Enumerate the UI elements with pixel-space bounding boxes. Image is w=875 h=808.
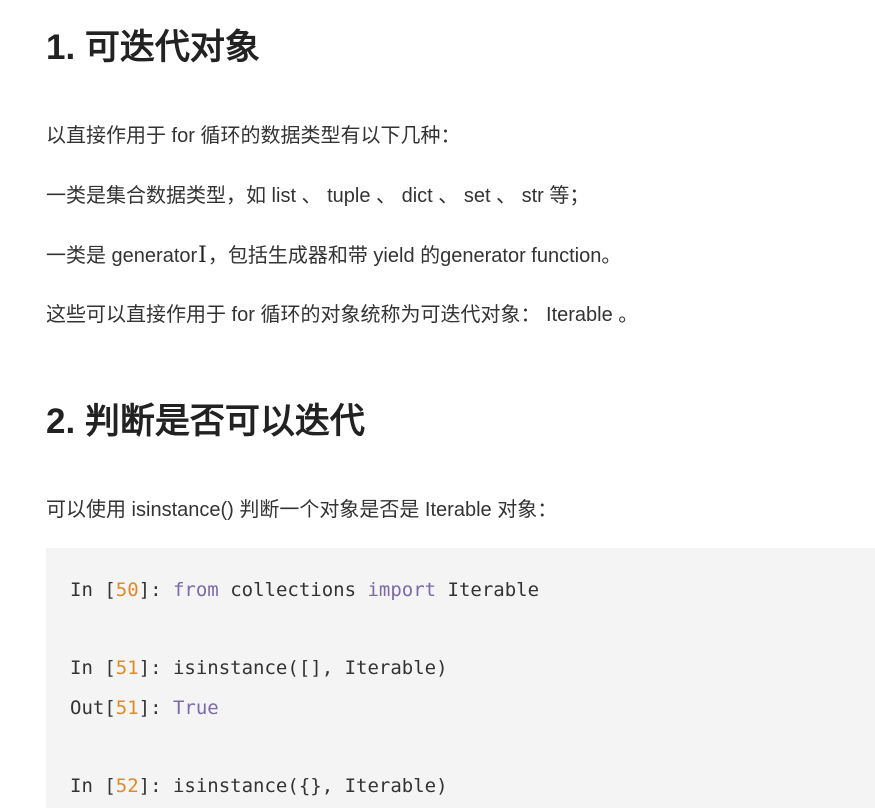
heading-check-iterable: 2. 判断是否可以迭代	[46, 402, 365, 441]
code-text: isinstance([], Iterable)	[172, 657, 448, 679]
heading-iterable-objects: 1. 可迭代对象	[46, 28, 260, 67]
prompt: In [	[70, 657, 116, 679]
paragraph-generator-end: ，包括生成器和带 yield 的generator function。	[207, 245, 622, 267]
code-text: Iterable	[436, 579, 540, 601]
prompt-number: 50	[115, 579, 139, 601]
prompt-number: 51	[115, 697, 139, 719]
prompt: In [	[70, 579, 116, 601]
code-line-50: In [50]: from collections import Iterabl…	[70, 578, 539, 602]
prompt: ]:	[138, 657, 173, 679]
paragraph-intro: 以直接作用于 for 循环的数据类型有以下几种：	[46, 125, 461, 147]
prompt-number: 51	[115, 657, 139, 679]
prompt: In [	[70, 775, 116, 797]
code-line-52: In [52]: isinstance({}, Iterable)	[70, 774, 448, 798]
paragraph-generator: 一类是 generatorI，包括生成器和带 yield 的generator …	[46, 242, 621, 270]
code-text: collections	[218, 579, 368, 601]
code-output-51: Out[51]: True	[70, 696, 219, 720]
prompt-number: 52	[115, 775, 139, 797]
paragraph-iterable-definition: 这些可以直接作用于 for 循环的对象统称为可迭代对象： Iterable 。	[46, 304, 639, 326]
code-block: In [50]: from collections import Iterabl…	[46, 548, 875, 808]
keyword: True	[172, 697, 219, 719]
paragraph-collection-types: 一类是集合数据类型，如 list 、 tuple 、 dict 、 set 、 …	[46, 185, 590, 207]
code-text: isinstance({}, Iterable)	[172, 775, 448, 797]
paragraph-isinstance: 可以使用 isinstance() 判断一个对象是否是 Iterable 对象：	[46, 499, 558, 521]
prompt: ]:	[138, 697, 173, 719]
paragraph-generator-start: 一类是 generator	[46, 245, 198, 267]
prompt: ]:	[138, 579, 173, 601]
prompt: Out[	[70, 697, 116, 719]
keyword: from	[172, 579, 219, 601]
code-line-51: In [51]: isinstance([], Iterable)	[70, 656, 448, 680]
keyword: import	[367, 579, 437, 601]
text-cursor-icon: I	[198, 243, 207, 268]
prompt: ]:	[138, 775, 173, 797]
